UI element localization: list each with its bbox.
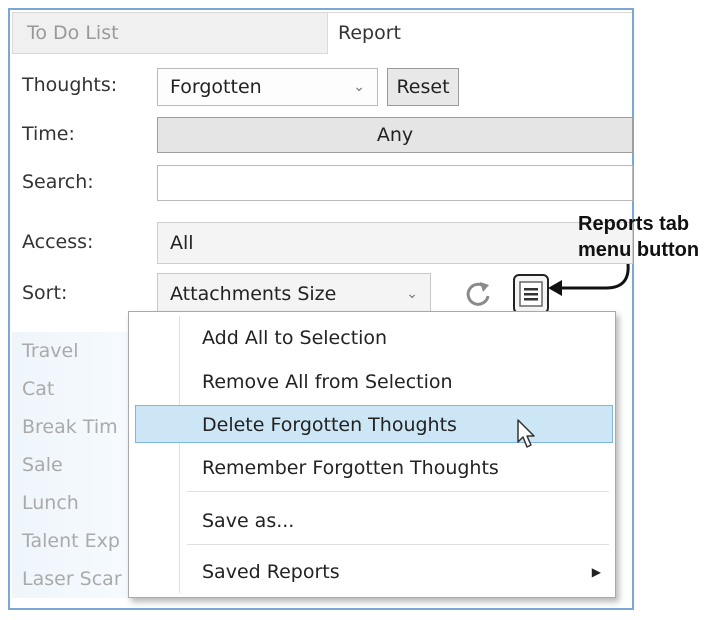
list-item[interactable]: Break Tim	[12, 408, 142, 446]
tab-report[interactable]: Report	[328, 12, 632, 54]
access-label: Access:	[22, 231, 94, 253]
callout-annotation: Reports tab menu button	[578, 211, 699, 263]
refresh-icon[interactable]	[462, 277, 496, 311]
thoughts-value: Forgotten	[170, 76, 262, 98]
thoughts-label: Thoughts:	[22, 74, 118, 96]
chevron-down-icon: ⌄	[406, 286, 418, 302]
sort-dropdown[interactable]: Attachments Size ⌄	[157, 273, 431, 315]
menu-item-delete-forgotten[interactable]: Delete Forgotten Thoughts	[135, 405, 613, 443]
menu-item-add-all[interactable]: Add All to Selection	[129, 319, 615, 357]
triangle-right-icon: ▶	[591, 565, 601, 579]
mouse-pointer-icon	[517, 419, 535, 448]
time-selector[interactable]: Any	[157, 117, 633, 153]
menu-separator	[187, 544, 609, 545]
search-label: Search:	[22, 171, 94, 193]
list-item[interactable]: Laser Scar	[12, 560, 142, 598]
menu-separator	[187, 491, 609, 492]
saved-reports-label: Saved Reports	[202, 561, 340, 583]
sort-label: Sort:	[22, 282, 68, 304]
chevron-down-icon: ⌄	[353, 79, 365, 95]
list-item[interactable]: Travel	[12, 332, 142, 370]
hamburger-menu-icon	[519, 281, 543, 307]
report-list: Travel Cat Break Tim Sale Lunch Talent E…	[12, 332, 142, 598]
reports-tab-menu-button[interactable]	[513, 274, 549, 314]
thoughts-dropdown[interactable]: Forgotten ⌄	[157, 68, 378, 106]
callout-arrow-icon	[548, 263, 630, 296]
time-label: Time:	[22, 123, 75, 145]
menu-item-save-as[interactable]: Save as...	[129, 502, 615, 540]
list-item[interactable]: Cat	[12, 370, 142, 408]
list-item[interactable]: Lunch	[12, 484, 142, 522]
tab-to-do-list[interactable]: To Do List	[12, 12, 328, 54]
callout-line-1: Reports tab	[578, 213, 690, 235]
reports-context-menu: Add All to Selection Remove All from Sel…	[128, 311, 616, 598]
menu-item-remember-forgotten[interactable]: Remember Forgotten Thoughts	[129, 449, 615, 487]
menu-item-remove-all[interactable]: Remove All from Selection	[129, 363, 615, 401]
search-input[interactable]	[157, 165, 633, 201]
list-item[interactable]: Sale	[12, 446, 142, 484]
menu-item-saved-reports[interactable]: Saved Reports ▶	[129, 553, 615, 591]
sort-value: Attachments Size	[170, 283, 337, 305]
list-item[interactable]: Talent Exp	[12, 522, 142, 560]
reset-button[interactable]: Reset	[387, 68, 459, 106]
